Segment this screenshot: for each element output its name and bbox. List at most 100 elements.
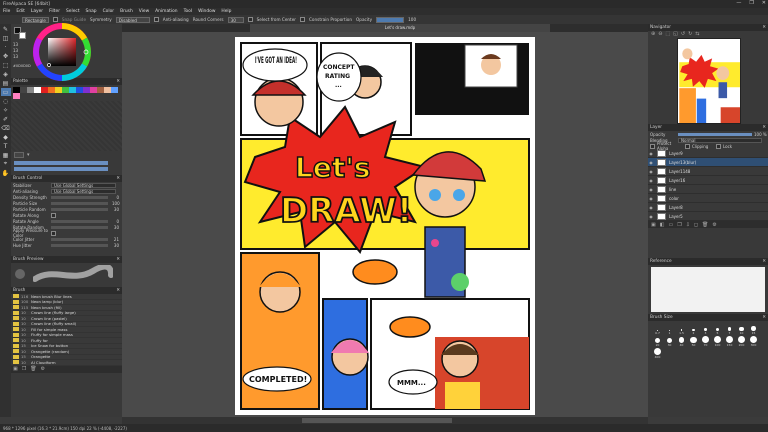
hex-value[interactable]: #0D0D0D [13, 64, 31, 68]
palette-swatch[interactable] [69, 87, 76, 93]
menu-filter[interactable]: Filter [49, 9, 60, 14]
brush-param-checkbox[interactable] [51, 230, 56, 236]
brush-tool-icon[interactable]: ✎ [1, 25, 11, 33]
menu-animation[interactable]: Animation [155, 9, 177, 14]
close-icon[interactable]: ✕ [762, 125, 766, 130]
close-icon[interactable]: ✕ [116, 257, 120, 262]
palette-swatch[interactable] [55, 87, 62, 93]
brush-param-slider[interactable] [51, 219, 108, 223]
maximize-button[interactable]: ❐ [749, 0, 753, 6]
flip-icon[interactable]: ⇆ [695, 31, 699, 37]
symmetry-dropdown[interactable]: Disabled [115, 16, 150, 23]
size-slider[interactable] [14, 161, 108, 165]
transform-tool-icon[interactable]: ⬚ [1, 61, 11, 69]
layer-item[interactable]: ◉ Layer13(blur) [648, 158, 768, 167]
layer-settings-icon[interactable]: ⚙ [712, 222, 716, 228]
brush-size-preset[interactable]: 40 [676, 336, 687, 347]
protect-alpha-checkbox[interactable] [650, 143, 655, 149]
palette-swatch[interactable] [13, 93, 20, 99]
brush-size-preset[interactable]: 15 [748, 324, 759, 335]
close-icon[interactable]: ✕ [116, 79, 120, 84]
visibility-eye-icon[interactable]: ◉ [648, 205, 654, 210]
new-folder-icon[interactable]: ▭ [668, 222, 673, 228]
brush-size-preset[interactable]: 5 [712, 324, 723, 335]
close-icon[interactable]: ✕ [116, 288, 120, 293]
palette-swatch[interactable] [27, 87, 34, 93]
constrain-proportion-checkbox[interactable] [300, 17, 305, 22]
palette-swatch[interactable] [104, 87, 111, 93]
palette-swatch[interactable] [97, 87, 104, 93]
palette-swatch[interactable] [76, 87, 83, 93]
new-8bit-layer-icon[interactable]: ◧ [660, 222, 665, 228]
document-tab[interactable]: Let's draw.mdp [250, 24, 550, 32]
layer-item[interactable]: ◉ color [648, 194, 768, 203]
canvas-area[interactable]: I'VE GOT AN IDEA! CONCEPT RATING ... Let… [122, 32, 648, 417]
clipping-checkbox[interactable] [685, 143, 690, 149]
frame-divider-tool-icon[interactable]: ▦ [1, 151, 11, 159]
select-eraser-tool-icon[interactable]: ⌫ [1, 124, 11, 132]
fit-icon[interactable]: ⬚ [665, 31, 670, 37]
text-tool-icon[interactable]: T [1, 142, 11, 150]
layer-item[interactable]: ◉ line [648, 185, 768, 194]
comic-page[interactable]: I'VE GOT AN IDEA! CONCEPT RATING ... Let… [235, 37, 535, 415]
brush-param-slider[interactable] [51, 225, 108, 229]
visibility-eye-icon[interactable]: ◉ [648, 160, 654, 165]
brush-settings-icon[interactable]: ⚙ [41, 366, 45, 372]
clear-layer-icon[interactable]: ◻ [694, 222, 698, 228]
palette-selector[interactable] [14, 152, 24, 158]
visibility-eye-icon[interactable]: ◉ [648, 196, 654, 201]
brush-size-preset[interactable]: 400 [652, 348, 663, 359]
brush-param-slider[interactable] [51, 207, 108, 211]
round-corners-input[interactable]: 30 [227, 16, 244, 23]
antialias-dropdown[interactable]: Use Global Settings [51, 188, 116, 194]
brush-param-slider[interactable] [51, 237, 108, 241]
reference-view[interactable] [651, 267, 765, 312]
palette-swatch[interactable] [111, 87, 118, 93]
opacity-slider[interactable] [14, 167, 108, 171]
snap-guide-checkbox[interactable] [52, 17, 58, 22]
zoom-in-icon[interactable]: ⊕ [651, 31, 655, 37]
close-icon[interactable]: ✕ [762, 259, 766, 264]
magic-wand-tool-icon[interactable]: ✧ [1, 106, 11, 114]
palette-swatch[interactable] [41, 87, 48, 93]
navigator-thumbnail[interactable] [677, 38, 741, 124]
menu-color[interactable]: Color [103, 9, 114, 14]
palette-swatch[interactable] [34, 87, 41, 93]
brush-size-preset[interactable]: 30 [664, 336, 675, 347]
rotate-left-icon[interactable]: ↺ [681, 31, 685, 37]
select-from-center-checkbox[interactable] [247, 17, 253, 22]
select-mode-dropdown[interactable]: Rectangle [22, 16, 49, 23]
merge-layer-icon[interactable]: ⇩ [686, 222, 690, 228]
brush-size-preset[interactable]: 0.7 [652, 324, 663, 335]
brush-size-preset[interactable]: 7 [724, 324, 735, 335]
brush-size-preset[interactable]: 1.5 [676, 324, 687, 335]
brush-size-preset[interactable]: 1 [664, 324, 675, 335]
menu-edit[interactable]: Edit [16, 9, 25, 14]
new-layer-icon[interactable]: ▣ [651, 222, 656, 228]
menu-layer[interactable]: Layer [31, 9, 43, 14]
menu-tool[interactable]: Tool [184, 9, 193, 14]
menu-brush[interactable]: Brush [120, 9, 133, 14]
add-brush-icon[interactable]: ▣ [13, 366, 18, 372]
palette-swatch[interactable] [62, 87, 69, 93]
move-tool-icon[interactable]: ✥ [1, 52, 11, 60]
duplicate-brush-icon[interactable]: ❐ [22, 366, 26, 372]
visibility-eye-icon[interactable]: ◉ [648, 178, 654, 183]
gradient-tool-icon[interactable]: ▤ [1, 79, 11, 87]
brush-size-preset[interactable]: 3 [700, 324, 711, 335]
palette-swatch[interactable] [48, 87, 55, 93]
palette-swatch[interactable] [20, 87, 27, 93]
layer-item[interactable]: ◉ Layer5 [648, 212, 768, 221]
brush-param-checkbox[interactable] [51, 212, 56, 218]
visibility-eye-icon[interactable]: ◉ [648, 214, 654, 219]
visibility-eye-icon[interactable]: ◉ [648, 151, 654, 156]
close-icon[interactable]: ✕ [762, 315, 766, 320]
visibility-eye-icon[interactable]: ◉ [648, 169, 654, 174]
menu-snap[interactable]: Snap [86, 9, 97, 14]
dot-tool-icon[interactable]: · [1, 43, 11, 51]
secondary-color-swatch[interactable] [19, 32, 26, 39]
select-pen-tool-icon[interactable]: ✐ [1, 115, 11, 123]
menu-select[interactable]: Select [66, 9, 80, 14]
select-tool-icon[interactable]: ▭ [0, 88, 11, 96]
brush-size-preset[interactable]: 2 [688, 324, 699, 335]
